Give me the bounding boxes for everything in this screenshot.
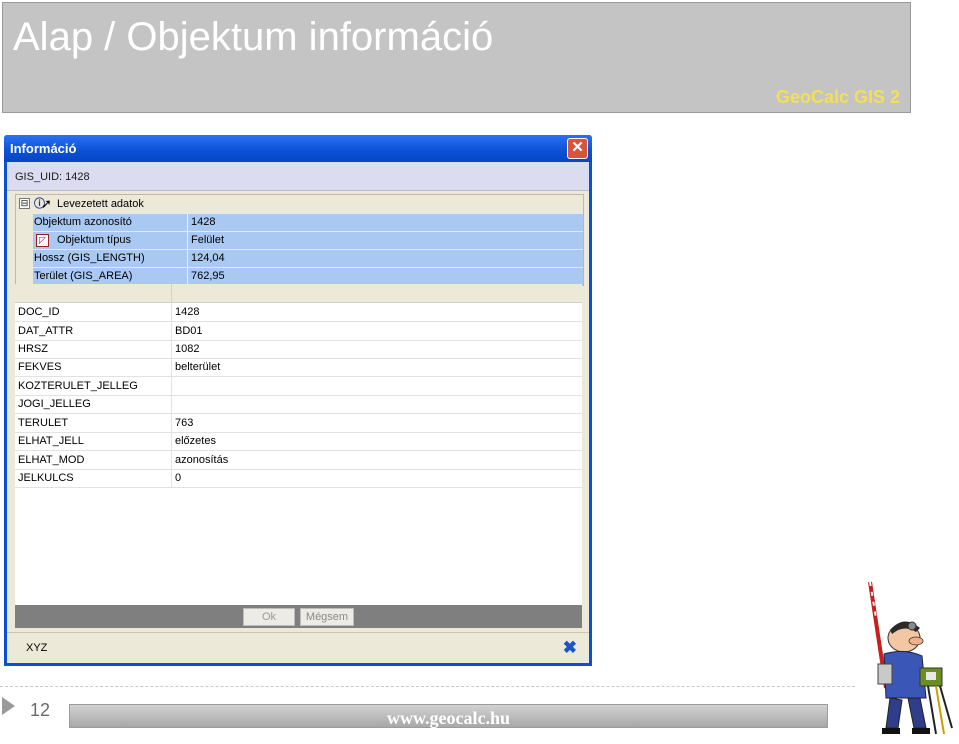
uid-bar: GIS_UID: 1428 — [7, 162, 589, 191]
attribute-row[interactable]: ELHAT_JELL előzetes — [15, 432, 582, 451]
column-divider — [171, 284, 172, 302]
slide-title: Alap / Objektum információ — [13, 15, 494, 59]
attribute-row[interactable]: TERULET 763 — [15, 414, 582, 433]
column-divider — [171, 395, 172, 413]
dialog-title: Információ — [10, 141, 77, 156]
column-divider — [187, 214, 188, 231]
page-number: 12 — [30, 700, 51, 720]
uid-label: GIS_UID: 1428 — [15, 171, 90, 183]
column-divider — [171, 377, 172, 395]
column-divider — [171, 469, 172, 487]
collapse-icon[interactable]: ⊟ — [19, 198, 30, 209]
attribute-row[interactable]: FEKVES belterület — [15, 358, 582, 377]
column-divider — [187, 250, 188, 267]
attribute-key: JELKULCS — [18, 472, 74, 484]
info-dialog: Információ ✕ GIS_UID: 1428 ⊟ ⓘ ➚ Levezet… — [4, 135, 592, 666]
attribute-row[interactable]: JELKULCS 0 — [15, 469, 582, 488]
attribute-value[interactable]: BD01 — [175, 325, 203, 337]
play-arrow-icon — [2, 697, 15, 715]
attribute-value[interactable]: 1082 — [175, 343, 199, 355]
derived-value: Felület — [191, 234, 225, 246]
attribute-value[interactable]: 763 — [175, 417, 193, 429]
attribute-row[interactable]: ELHAT_MOD azonosítás — [15, 451, 582, 470]
column-divider — [171, 414, 172, 432]
attribute-key: DAT_ATTR — [18, 325, 74, 337]
grid-header — [15, 284, 582, 303]
dialog-body: GIS_UID: 1428 ⊟ ⓘ ➚ Levezetett adatok Ob… — [7, 162, 589, 663]
dialog-bottom-bar: XYZ ✖ — [7, 632, 589, 663]
derived-key: Objektum típus — [57, 234, 131, 246]
column-divider — [171, 340, 172, 358]
slide-header: Alap / Objektum információ GeoCalc GIS 2 — [2, 2, 911, 113]
column-divider — [171, 358, 172, 376]
pointer-icon: ➚ — [41, 196, 52, 211]
derived-group-title: Levezetett adatok — [57, 198, 144, 210]
attribute-value[interactable]: belterület — [175, 361, 220, 373]
object-type-icon: ◸ — [36, 234, 49, 247]
derived-group-header[interactable]: ⊟ ⓘ ➚ Levezetett adatok — [16, 195, 583, 212]
attribute-grid: DOC_ID 1428 DAT_ATTR BD01 HRSZ 1082 FEKV… — [15, 284, 582, 624]
attribute-row[interactable]: KOZTERULET_JELLEG — [15, 377, 582, 396]
attribute-row[interactable]: DOC_ID 1428 — [15, 303, 582, 322]
close-icon[interactable]: ✖ — [563, 638, 577, 658]
attribute-value[interactable]: azonosítás — [175, 454, 228, 466]
footer-bar: www.geocalc.hu — [69, 704, 828, 728]
derived-key: Terület (GIS_AREA) — [34, 270, 133, 282]
derived-key: Objektum azonosító — [34, 216, 132, 228]
dialog-button-bar: Ok Mégsem — [15, 605, 582, 628]
column-divider — [187, 268, 188, 285]
attribute-key: KOZTERULET_JELLEG — [18, 380, 138, 392]
ok-button[interactable]: Ok — [243, 608, 295, 626]
derived-data-group: ⊟ ⓘ ➚ Levezetett adatok Objektum azonosí… — [15, 194, 584, 286]
attribute-row[interactable]: DAT_ATTR BD01 — [15, 322, 582, 341]
close-icon[interactable]: ✕ — [567, 138, 588, 159]
attribute-value[interactable]: 1428 — [175, 306, 199, 318]
derived-row[interactable]: Terület (GIS_AREA) 762,95 — [33, 267, 583, 285]
derived-row[interactable]: Hossz (GIS_LENGTH) 124,04 — [33, 249, 583, 267]
brand-label: GeoCalc GIS 2 — [775, 87, 900, 107]
dialog-titlebar[interactable]: Információ ✕ — [4, 135, 592, 162]
derived-row[interactable]: Objektum azonosító 1428 — [33, 213, 583, 231]
derived-row[interactable]: ◸ Objektum típus Felület — [33, 231, 583, 249]
attribute-key: FEKVES — [18, 361, 62, 373]
attribute-key: ELHAT_JELL — [18, 435, 84, 447]
surveyor-mascot-icon — [868, 581, 953, 735]
column-divider — [171, 303, 172, 321]
derived-value: 1428 — [191, 216, 216, 228]
attribute-value[interactable]: előzetes — [175, 435, 216, 447]
attribute-key: HRSZ — [18, 343, 48, 355]
cancel-button[interactable]: Mégsem — [300, 608, 354, 626]
divider — [0, 686, 855, 687]
attribute-row[interactable]: JOGI_JELLEG — [15, 395, 582, 414]
attribute-key: DOC_ID — [18, 306, 60, 318]
xyz-button[interactable]: XYZ — [26, 642, 47, 654]
attribute-key: ELHAT_MOD — [18, 454, 85, 466]
column-divider — [171, 322, 172, 340]
attribute-key: JOGI_JELLEG — [18, 398, 91, 410]
column-divider — [171, 432, 172, 450]
footer-url[interactable]: www.geocalc.hu — [70, 708, 827, 729]
derived-value: 124,04 — [191, 252, 225, 264]
column-divider — [187, 232, 188, 249]
attribute-row[interactable]: HRSZ 1082 — [15, 340, 582, 359]
column-divider — [171, 451, 172, 469]
attribute-value[interactable]: 0 — [175, 472, 181, 484]
attribute-key: TERULET — [18, 417, 69, 429]
derived-value: 762,95 — [191, 270, 225, 282]
derived-key: Hossz (GIS_LENGTH) — [34, 252, 145, 264]
